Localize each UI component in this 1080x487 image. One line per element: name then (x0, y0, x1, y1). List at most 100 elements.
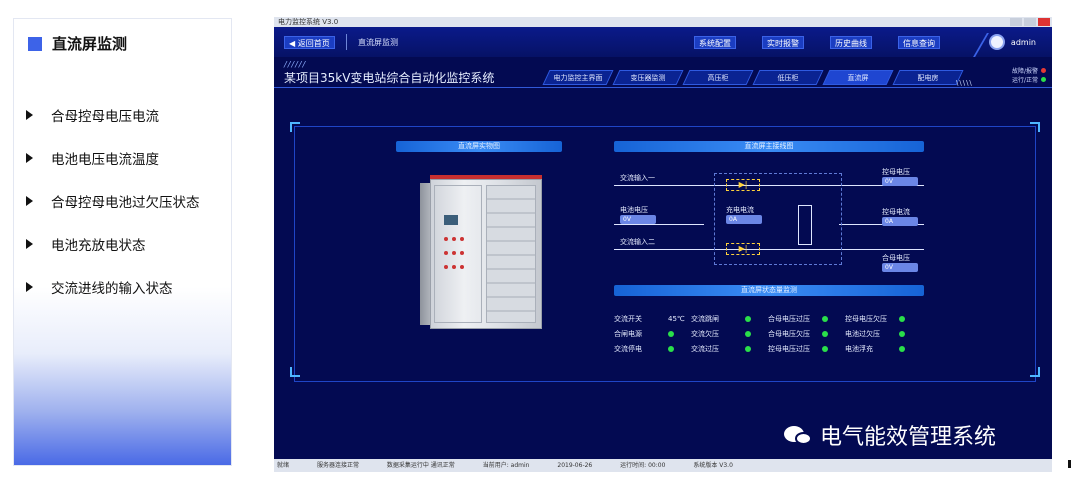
status-cell: 交流开关 45℃ (614, 314, 685, 323)
list-item-label: 交流进线的输入状态 (51, 280, 173, 297)
status-cell: 电池浮充 (845, 344, 922, 354)
legend-normal: 运行/正常 (1012, 76, 1046, 85)
maximize-button[interactable] (1024, 18, 1036, 26)
list-item-label: 电池充放电状态 (51, 237, 146, 254)
list-item-label: 电池电压电流温度 (51, 151, 159, 168)
window-titlebar: 电力监控系统 V3.0 (274, 17, 1052, 27)
tab-main[interactable]: 电力监控主界面 (542, 70, 614, 85)
list-item: 交流进线的输入状态 (26, 265, 200, 308)
wiring-section-title: 直流屏主接线图 (614, 141, 924, 152)
control-bus-voltage-value: 0V (882, 177, 918, 186)
user-name: admin (1010, 37, 1036, 47)
status-cell: 交流停电 (614, 344, 691, 354)
status-led-icon (822, 345, 828, 352)
ac-input-2-label: 交流输入二 (620, 238, 655, 246)
frame-corner-icon (1030, 122, 1040, 132)
status-led-icon (668, 330, 674, 337)
diode-icon: ▶| (726, 243, 760, 255)
bullet-arrow-icon (26, 238, 33, 249)
breadcrumb: 直流屏监测 (358, 38, 398, 47)
bullet-arrow-icon (26, 109, 33, 120)
toolbar-divider (346, 34, 347, 50)
back-home-button[interactable]: ◀ 返回首页 (284, 36, 335, 49)
status-cell: 合闸电源 (614, 329, 691, 339)
header-marks-decoration: \\\\\ (956, 79, 973, 87)
header-stripes-decoration: ////// (284, 60, 307, 69)
legend-fault: 故障/报警 (1012, 67, 1046, 76)
status-cell: 控母电压过压 (768, 344, 845, 354)
wechat-icon (784, 424, 814, 446)
battery-voltage-label: 电池电压 (620, 206, 648, 214)
nav-tabs: 电力监控主界面 变压器监测 高压柜 低压柜 直流屏 配电房 (542, 70, 964, 85)
status-cell: 合母电压过压 (768, 314, 845, 324)
ac-input-1-label: 交流输入一 (620, 174, 655, 182)
control-current-value: 0A (882, 217, 918, 226)
status-cell: 交流欠压 (691, 329, 768, 339)
header-divider (274, 87, 1052, 88)
realtime-alarm-button[interactable]: 实时报警 (762, 36, 804, 49)
frame-corner-icon (290, 367, 300, 377)
watermark-text: 电气能效管理系统 (820, 425, 997, 450)
status-table: 交流开关 45℃ 交流跳闸 合母电压过压 控母电压欠压 合闸电源 交流欠压 合母电… (614, 311, 924, 356)
status-cell: 交流跳闸 (691, 314, 768, 324)
status-led-icon (745, 315, 751, 322)
battery-icon (798, 205, 812, 245)
status-led-icon (822, 330, 828, 337)
tab-transformer[interactable]: 变压器监测 (612, 70, 684, 85)
control-bus-voltage-label: 控母电压 (882, 168, 910, 176)
diode-icon: ▶| (726, 179, 760, 191)
status-cell: 合母电压欠压 (768, 329, 845, 339)
status-cell: 控母电压欠压 (845, 314, 922, 324)
window-controls (1010, 18, 1050, 26)
panel-title: 直流屏监测 (28, 33, 127, 54)
status-led-icon (899, 315, 905, 322)
tab-distribution-room[interactable]: 配电房 (892, 70, 964, 85)
system-header: ////// 某项目35kV变电站综合自动化监控系统 电力监控主界面 变压器监测… (274, 57, 1052, 95)
frame-corner-icon (1030, 367, 1040, 377)
red-dot-icon (1041, 68, 1046, 73)
tab-hv-cabinet[interactable]: 高压柜 (682, 70, 754, 85)
wiring-diagram: ▶| ▶| 交流输入一 交流输入二 电池电压 0V 充电电流 0A 控母电压 0… (614, 167, 924, 297)
closing-bus-voltage-label: 合母电压 (882, 254, 910, 262)
user-menu[interactable]: admin (988, 34, 1036, 50)
cabinet-section-title: 直流屏实物图 (396, 141, 562, 152)
tab-dc-panel[interactable]: 直流屏 (822, 70, 894, 85)
status-led-icon (822, 315, 828, 322)
system-config-button[interactable]: 系统配置 (694, 36, 736, 49)
dc-cabinet-image (420, 175, 544, 335)
status-cell: 电池过欠压 (845, 329, 922, 339)
status-legend: 故障/报警 运行/正常 (1012, 67, 1046, 85)
list-item-label: 合母控母电压电流 (51, 108, 159, 125)
battery-voltage-value: 0V (620, 215, 656, 224)
green-dot-icon (1041, 77, 1046, 82)
system-title: 某项目35kV变电站综合自动化监控系统 (284, 71, 495, 85)
status-led-icon (899, 330, 905, 337)
toolbar: ◀ 返回首页 直流屏监测 系统配置 实时报警 历史曲线 信息查询 admin (274, 27, 1052, 57)
title-square-icon (28, 36, 42, 51)
status-led-icon (745, 345, 751, 352)
closing-bus-voltage-value: 0V (882, 263, 918, 272)
tab-lv-cabinet[interactable]: 低压柜 (752, 70, 824, 85)
charge-current-label: 充电电流 (726, 206, 754, 214)
bullet-arrow-icon (26, 152, 33, 163)
close-button[interactable] (1038, 18, 1050, 26)
left-panel: 直流屏监测 合母控母电压电流 电池电压电流温度 合母控母电池过欠压状态 电池充放… (13, 18, 232, 466)
bullet-arrow-icon (26, 281, 33, 292)
feature-list: 合母控母电压电流 电池电压电流温度 合母控母电池过欠压状态 电池充放电状态 交流… (26, 93, 200, 308)
list-item: 电池电压电流温度 (26, 136, 200, 179)
status-section-title: 直流屏状态量监测 (614, 285, 924, 296)
bullet-arrow-icon (26, 195, 33, 206)
history-curve-button[interactable]: 历史曲线 (830, 36, 872, 49)
list-item: 合母控母电池过欠压状态 (26, 179, 200, 222)
status-led-icon (745, 330, 751, 337)
table-row: 交流开关 45℃ 交流跳闸 合母电压过压 控母电压欠压 (614, 311, 924, 326)
table-row: 合闸电源 交流欠压 合母电压欠压 电池过欠压 (614, 326, 924, 341)
avatar[interactable] (988, 34, 1005, 50)
table-row: 交流停电 交流过压 控母电压过压 电池浮充 (614, 341, 924, 356)
minimize-button[interactable] (1010, 18, 1022, 26)
edge-marker (1068, 460, 1071, 468)
list-item: 合母控母电压电流 (26, 93, 200, 136)
info-query-button[interactable]: 信息查询 (898, 36, 940, 49)
panel-title-text: 直流屏监测 (52, 35, 128, 53)
frame-corner-icon (290, 122, 300, 132)
